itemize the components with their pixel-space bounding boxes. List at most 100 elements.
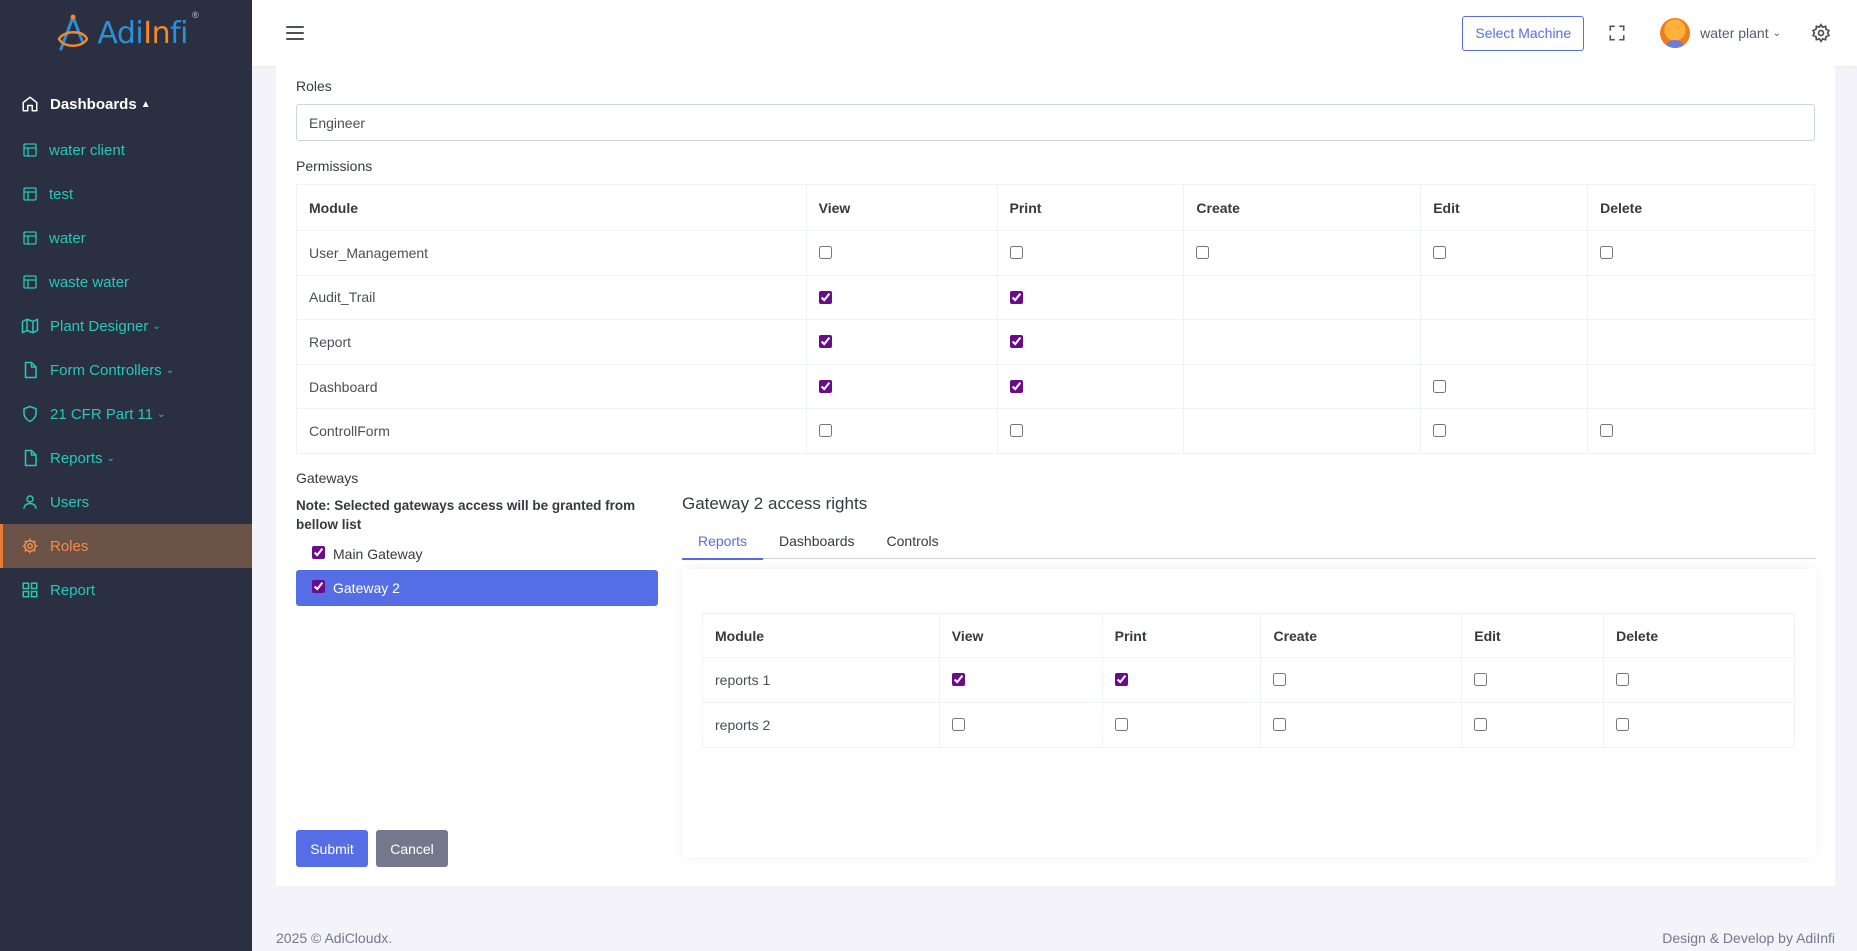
- column-header: Delete: [1603, 613, 1795, 658]
- tab-reports[interactable]: Reports: [682, 523, 764, 560]
- permission-checkbox[interactable]: [1114, 718, 1128, 732]
- permission-checkbox[interactable]: [1600, 246, 1614, 260]
- permission-checkbox[interactable]: [1009, 246, 1023, 260]
- permission-cell: [805, 363, 998, 410]
- column-header: Create: [1260, 613, 1463, 658]
- grid-icon: [20, 580, 40, 600]
- role-name-input[interactable]: [296, 104, 1815, 141]
- permission-checkbox[interactable]: [1433, 379, 1447, 393]
- permission-checkbox[interactable]: [1273, 673, 1287, 687]
- sidebar-item-test[interactable]: test: [0, 172, 252, 216]
- permission-cell: [996, 274, 1185, 321]
- permission-cell: [805, 408, 998, 454]
- permission-cell: [938, 657, 1103, 703]
- sidebar-item-water-client[interactable]: water client: [0, 128, 252, 172]
- sidebar-item-users[interactable]: Users: [0, 480, 252, 524]
- submit-button[interactable]: Submit: [296, 830, 368, 867]
- permission-checkbox[interactable]: [1600, 424, 1614, 438]
- file-icon: [20, 448, 40, 468]
- permission-checkbox[interactable]: [951, 718, 965, 732]
- module-name: Dashboard: [296, 363, 807, 410]
- permission-checkbox[interactable]: [1009, 290, 1023, 304]
- permission-checkbox[interactable]: [1009, 335, 1023, 349]
- column-header: View: [938, 613, 1103, 658]
- permission-cell: [1587, 363, 1815, 410]
- permission-checkbox[interactable]: [1433, 424, 1447, 438]
- sidebar-item-reports[interactable]: Reports ⌄: [0, 436, 252, 480]
- gateway-item-gateway-2[interactable]: Gateway 2: [296, 570, 658, 606]
- module-name: ControllForm: [296, 408, 807, 454]
- permission-checkbox[interactable]: [1474, 673, 1488, 687]
- permission-checkbox[interactable]: [1009, 424, 1023, 438]
- permission-checkbox[interactable]: [1114, 673, 1128, 687]
- gateway-label: Gateway 2: [333, 580, 400, 596]
- permission-cell: [1420, 230, 1589, 276]
- tab-dashboards[interactable]: Dashboards: [763, 523, 871, 559]
- permission-cell: [1101, 702, 1262, 748]
- sidebar-item-21-cfr-part-11[interactable]: 21 CFR Part 11 ⌄: [0, 392, 252, 436]
- home-icon: [20, 94, 40, 114]
- sidebar-item-roles[interactable]: Roles: [0, 524, 252, 568]
- permission-checkbox[interactable]: [1433, 246, 1447, 260]
- layout-icon: [21, 274, 38, 291]
- permission-cell: [1420, 408, 1589, 454]
- sidebar-item-dashboards[interactable]: Dashboards ▲: [0, 80, 252, 128]
- permission-checkbox[interactable]: [818, 424, 832, 438]
- registered-mark: ®: [192, 10, 199, 20]
- footer-copyright: 2025 © AdiCloudx.: [276, 930, 393, 946]
- permission-cell: [1587, 319, 1815, 365]
- permission-checkbox[interactable]: [818, 290, 832, 304]
- sidebar-item-label: Reports: [50, 449, 103, 467]
- permission-checkbox[interactable]: [1616, 718, 1630, 732]
- menu-toggle-icon[interactable]: [286, 26, 304, 40]
- reports-access-panel: Module View Print Create Edit Delete rep…: [682, 569, 1816, 857]
- module-name: Report: [296, 319, 807, 365]
- permission-checkbox[interactable]: [1474, 718, 1488, 732]
- permission-checkbox[interactable]: [1196, 246, 1210, 260]
- chevron-down-icon: ⌄: [106, 452, 115, 464]
- permission-checkbox[interactable]: [1009, 379, 1023, 393]
- footer-credit: Design & Develop by AdiInfi: [1662, 930, 1835, 946]
- sidebar-item-label: 21 CFR Part 11: [50, 405, 154, 423]
- permission-cell: [1420, 319, 1589, 365]
- sidebar-menu: Dashboards ▲ water client test water was…: [0, 66, 252, 612]
- reports-permissions-body: reports 1 reports 2: [702, 657, 1795, 748]
- permission-checkbox[interactable]: [818, 379, 832, 393]
- permission-cell: [1461, 702, 1605, 748]
- select-machine-button[interactable]: Select Machine: [1462, 15, 1585, 51]
- permission-checkbox[interactable]: [818, 335, 832, 349]
- sidebar-item-label: Report: [50, 581, 96, 599]
- permission-checkbox[interactable]: [951, 673, 965, 687]
- sidebar: AdiInfi ® Dashboards ▲ water client test…: [0, 0, 252, 951]
- gateway-checkbox[interactable]: [312, 545, 325, 559]
- permission-cell: [1183, 230, 1422, 276]
- chevron-down-icon: ⌄: [157, 408, 166, 420]
- reports-permissions-table: Module View Print Create Edit Delete rep…: [702, 613, 1795, 748]
- tab-controls[interactable]: Controls: [871, 523, 955, 559]
- topbar-actions: Select Machine water plant ⌄: [1462, 15, 1831, 51]
- gateway-checkbox[interactable]: [312, 579, 325, 593]
- settings-gear-icon[interactable]: [1811, 23, 1831, 43]
- permission-checkbox[interactable]: [1273, 718, 1287, 732]
- table-row: Dashboard: [296, 363, 1815, 410]
- roles-label: Roles: [296, 78, 332, 94]
- permission-checkbox[interactable]: [818, 246, 832, 260]
- sidebar-item-label: waste water: [49, 273, 130, 291]
- sidebar-item-form-controllers[interactable]: Form Controllers ⌄: [0, 348, 252, 392]
- cancel-button[interactable]: Cancel: [376, 830, 448, 867]
- fullscreen-icon[interactable]: [1608, 24, 1626, 42]
- sidebar-item-plant-designer[interactable]: Plant Designer ⌄: [0, 304, 252, 348]
- sidebar-item-water[interactable]: water: [0, 216, 252, 260]
- gateway-item-main[interactable]: Main Gateway: [296, 536, 658, 572]
- permission-checkbox[interactable]: [1616, 673, 1630, 687]
- sidebar-item-waste-water[interactable]: waste water: [0, 260, 252, 304]
- shield-icon: [20, 404, 40, 424]
- sidebar-item-label: Users: [50, 493, 90, 511]
- brand-logo[interactable]: AdiInfi ®: [0, 0, 252, 66]
- sidebar-item-report[interactable]: Report: [0, 568, 252, 612]
- table-row: User_Management: [296, 230, 1815, 276]
- sidebar-item-label: water: [49, 229, 86, 247]
- gateway-label: Main Gateway: [333, 546, 423, 562]
- permission-cell: [1183, 363, 1422, 410]
- user-dropdown[interactable]: water plant ⌄: [1660, 18, 1781, 48]
